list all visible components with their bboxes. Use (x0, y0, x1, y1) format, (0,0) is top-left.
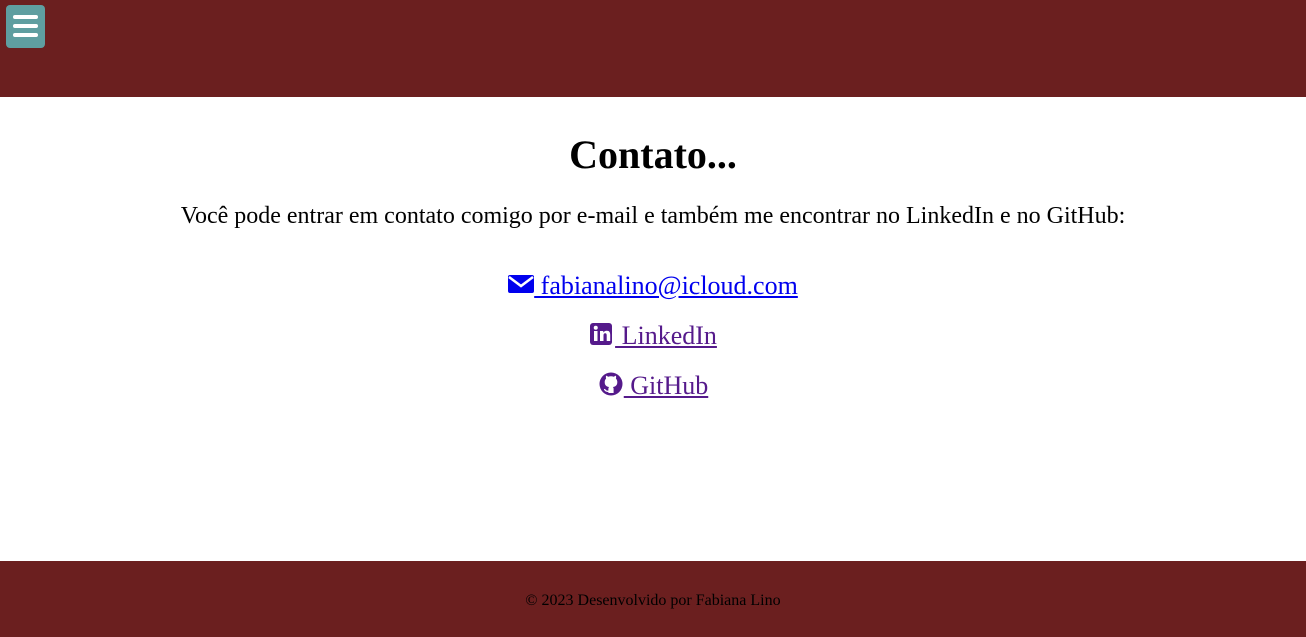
footer-copyright: © 2023 Desenvolvido por Fabiana Lino (525, 592, 781, 609)
email-row: fabianalino@icloud.com (0, 270, 1306, 302)
email-link[interactable]: fabianalino@icloud.com (508, 271, 798, 300)
hamburger-menu-icon (13, 15, 38, 19)
site-header (0, 0, 1306, 97)
github-link[interactable]: GitHub (598, 371, 709, 400)
linkedin-link[interactable]: LinkedIn (589, 321, 717, 350)
github-link-label: GitHub (623, 371, 709, 400)
site-footer: © 2023 Desenvolvido por Fabiana Lino (0, 561, 1306, 637)
github-icon (598, 372, 624, 396)
envelope-icon (508, 272, 535, 296)
email-link-label: fabianalino@icloud.com (534, 271, 798, 300)
linkedin-link-label: LinkedIn (615, 321, 717, 350)
contact-section: Contato... Você pode entrar em contato c… (0, 97, 1306, 561)
github-row: GitHub (0, 370, 1306, 402)
linkedin-icon (589, 322, 615, 346)
menu-button[interactable] (6, 5, 45, 48)
linkedin-row: LinkedIn (0, 320, 1306, 352)
contact-intro-text: Você pode entrar em contato comigo por e… (180, 203, 1126, 229)
hamburger-menu-icon-bar (13, 33, 38, 37)
page-title: Contato... (569, 132, 737, 177)
hamburger-menu-icon-bar (13, 24, 38, 28)
